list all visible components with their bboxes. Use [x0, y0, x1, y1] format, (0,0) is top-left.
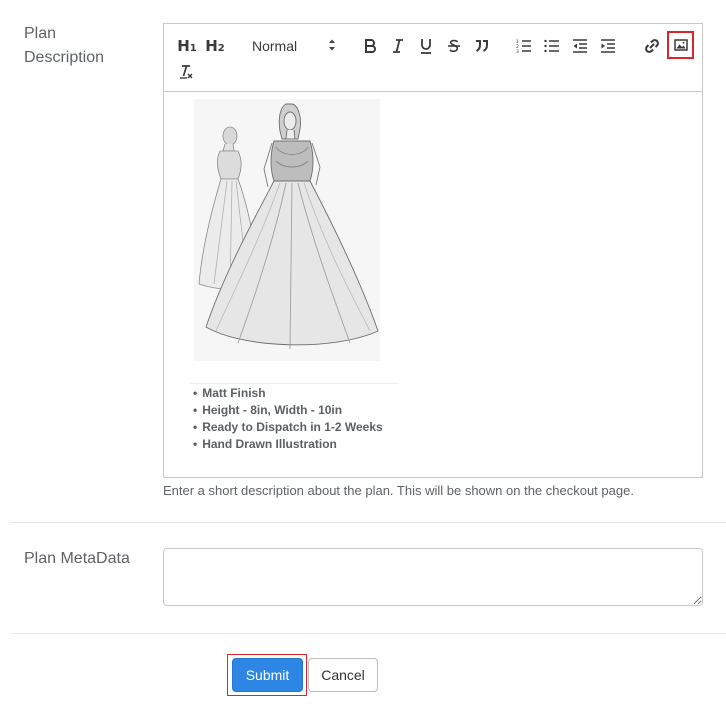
heading-1-button[interactable]: H1 [176, 35, 198, 57]
section-divider [10, 522, 726, 523]
editor-toolbar: H1 H2 Normal 123 [164, 24, 702, 92]
format-select[interactable]: Normal [251, 35, 341, 57]
svg-text:3: 3 [516, 49, 519, 53]
link-icon[interactable] [642, 35, 662, 57]
strikethrough-icon[interactable] [444, 35, 464, 57]
image-icon[interactable] [667, 31, 694, 59]
h2-letter: H [205, 37, 218, 55]
submit-button[interactable]: Submit [232, 658, 303, 692]
plan-metadata-label: Plan MetaData [24, 550, 130, 567]
list-item: Ready to Dispatch in 1-2 Weeks [193, 419, 383, 436]
blockquote-icon[interactable] [472, 35, 492, 57]
bold-icon[interactable] [360, 35, 380, 57]
list-item: Matt Finish [193, 385, 383, 402]
dress-sketch-image [194, 99, 380, 361]
indent-icon[interactable] [598, 35, 618, 57]
plan-description-label: Plan Description [24, 25, 105, 66]
editor-content[interactable]: Matt Finish Height - 8in, Width - 10in R… [164, 92, 702, 477]
plan-description-help-text: Enter a short description about the plan… [163, 483, 634, 498]
select-arrows-icon [328, 38, 336, 55]
outdent-icon[interactable] [570, 35, 590, 57]
cancel-button[interactable]: Cancel [308, 658, 378, 692]
h2-sub: 2 [217, 42, 225, 54]
content-divider [189, 383, 399, 384]
plan-metadata-input[interactable] [163, 548, 703, 606]
format-select-value: Normal [252, 38, 298, 54]
bullet-list-icon[interactable] [542, 35, 562, 57]
h1-letter: H [177, 37, 190, 55]
clear-format-icon[interactable] [176, 61, 196, 83]
feature-list: Matt Finish Height - 8in, Width - 10in R… [193, 385, 383, 453]
list-item: Height - 8in, Width - 10in [193, 402, 383, 419]
ordered-list-icon[interactable]: 123 [514, 35, 534, 57]
italic-icon[interactable] [388, 35, 408, 57]
list-item: Hand Drawn Illustration [193, 436, 383, 453]
section-divider [10, 633, 726, 634]
rich-text-editor: H1 H2 Normal 123 • Matt Finish • Height … [163, 23, 703, 478]
h1-sub: 1 [189, 42, 197, 54]
heading-2-button[interactable]: H2 [204, 35, 226, 57]
underline-icon[interactable] [416, 35, 436, 57]
